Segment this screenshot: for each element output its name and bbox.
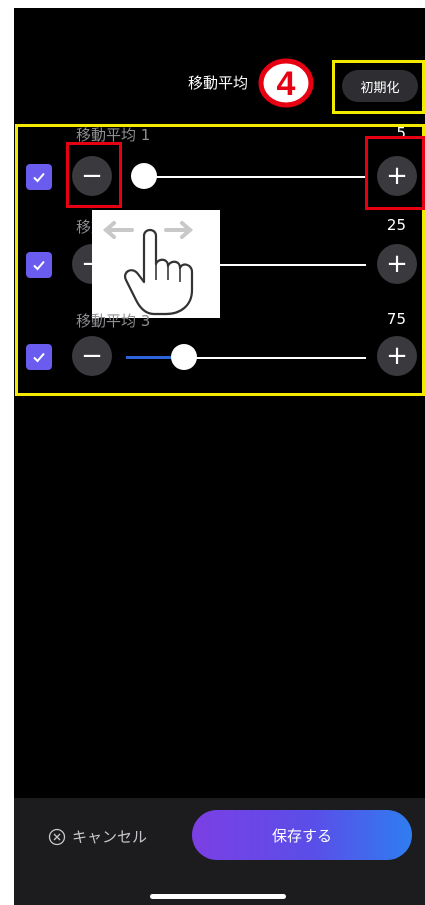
check-icon — [33, 172, 45, 183]
slider-track-ma1 — [144, 176, 366, 178]
checkbox-ma1[interactable] — [26, 164, 52, 190]
decrease-highlight-frame — [66, 142, 122, 208]
svg-text:4: 4 — [277, 65, 296, 103]
check-icon — [33, 260, 45, 271]
row-label-ma3: 移動平均 3 — [76, 312, 151, 330]
save-button[interactable]: 保存する — [192, 810, 412, 860]
cancel-label: キャンセル — [72, 828, 148, 846]
increase-highlight-frame — [365, 136, 425, 210]
swipe-gesture-hint — [92, 210, 220, 318]
reset-button[interactable]: 初期化 — [342, 70, 418, 102]
page-title: 移動平均 — [188, 74, 249, 92]
check-icon — [33, 352, 45, 363]
increase-button-ma2[interactable]: + — [377, 244, 417, 284]
checkbox-ma3[interactable] — [26, 344, 52, 370]
close-circle-icon — [48, 828, 66, 845]
slider-thumb-ma1[interactable] — [131, 163, 157, 189]
increase-button-ma3[interactable]: + — [377, 336, 417, 376]
screen: 移動平均 4 初期化 移動平均 1 5 − + 移動平均 2 25 − + — [14, 8, 425, 905]
checkbox-ma2[interactable] — [26, 252, 52, 278]
swipe-hand-icon — [102, 221, 194, 316]
step-number-badge: 4 — [258, 58, 318, 108]
cancel-button[interactable]: キャンセル — [48, 826, 147, 847]
slider-thumb-ma3[interactable] — [171, 344, 197, 370]
row-value-ma3: 75 — [386, 310, 406, 328]
home-indicator — [150, 894, 286, 899]
row-value-ma2: 25 — [386, 216, 406, 234]
decrease-button-ma3[interactable]: − — [72, 336, 112, 376]
